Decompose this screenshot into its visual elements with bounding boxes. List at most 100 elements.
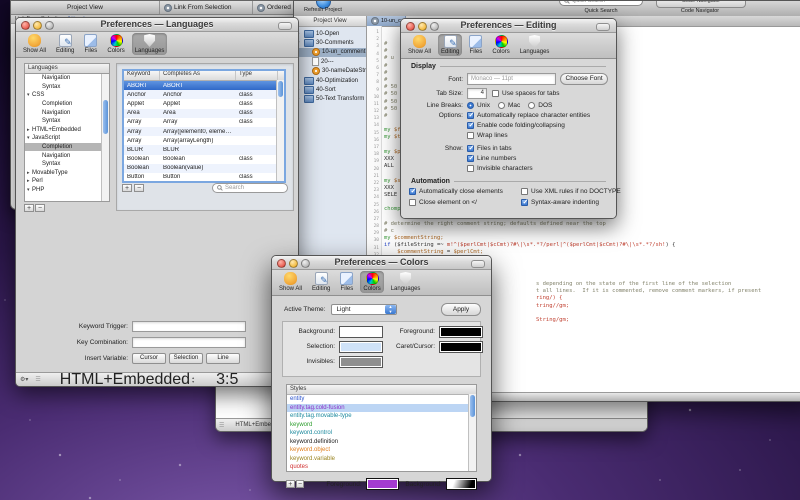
toolbar-item-editing[interactable]: Editing [438,34,462,56]
style-row[interactable]: entity.tag.movable-type [287,412,476,421]
completion-row[interactable]: AnchorAnchorclass [124,90,284,99]
toolbar-item-colors[interactable]: Colors [360,271,383,293]
toolbar-toggle-button[interactable] [596,23,610,31]
toolbar-toggle-button[interactable] [278,22,292,30]
minimize-button[interactable] [33,21,42,30]
tree-item[interactable]: ▾30-Comments [294,38,366,47]
automation-checkbox[interactable]: Close element on </ [409,199,521,206]
color-well[interactable] [439,341,483,353]
remove-language-button[interactable]: − [35,204,45,212]
tree-item[interactable]: 10-un_comment [294,48,366,57]
toolbar-item-show-all[interactable]: Show All [405,34,434,56]
zoom-button[interactable] [301,259,310,268]
language-list-item[interactable]: Syntax [25,117,109,126]
completion-row[interactable]: ArrayArrayclass [124,118,284,127]
key-combination-field[interactable] [132,337,246,348]
add-style-button[interactable]: + [286,480,295,488]
completion-row[interactable]: BooleanBooleanclass [124,155,284,164]
toolbar-item-editing[interactable]: Editing [53,33,77,55]
style-background-swatch[interactable] [446,478,477,490]
quick-search-input[interactable]: Quick Search [559,1,643,6]
style-foreground-swatch[interactable] [366,478,400,490]
scrollbar[interactable] [468,394,476,471]
completion-row[interactable]: BooleanBoolean(value) [124,164,284,173]
scrollbar[interactable] [276,80,284,181]
insert-selection-button[interactable]: Selection [169,353,203,364]
code-navigator-button[interactable]: Code Navigator [656,1,746,8]
insert-line-button[interactable]: Line [206,353,240,364]
tree-item[interactable]: ▸10-Open [294,29,366,38]
insert-cursor-button[interactable]: Cursor [132,353,166,364]
style-row[interactable]: quotes [287,463,476,472]
title-bar[interactable]: Preferences — Colors [272,256,491,270]
completion-row[interactable]: BLURBLUR [124,145,284,154]
resize-grip[interactable]: ☰ [216,422,227,429]
column-header[interactable]: Type [236,71,278,80]
line-break-radio-dos[interactable]: DOS [528,102,552,109]
choose-font-button[interactable]: Choose Font [560,73,608,85]
language-list-item[interactable]: ▸HTML+Embedded [25,126,109,135]
minimize-button[interactable] [289,259,298,268]
language-list-item[interactable]: ▸MovableType [25,169,109,178]
tab-project-view[interactable]: Project View [11,1,160,14]
automation-checkbox[interactable]: Use XML rules if no DOCTYPE [521,188,621,195]
styles-header[interactable]: Styles [287,385,476,395]
language-popup[interactable]: HTML+Embedded [60,371,190,389]
gear-menu-button[interactable]: ⚙▾ [16,376,32,383]
automation-checkbox[interactable]: Syntax-aware indenting [521,199,621,206]
close-button[interactable] [277,259,286,268]
completion-row[interactable]: ArrayArray([element0, eleme… [124,127,284,136]
toolbar-item-files[interactable]: Files [81,33,100,55]
language-list-item[interactable]: Syntax [25,83,109,92]
toolbar-item-languages[interactable]: Languages [388,271,424,293]
completion-row[interactable]: ButtonButtonclass [124,173,284,182]
apply-button[interactable]: Apply [441,303,481,316]
toolbar-item-languages[interactable]: Languages [132,33,168,55]
toolbar-item-files[interactable]: Files [337,271,356,293]
toolbar-item-colors[interactable]: Colors [489,34,512,56]
option-checkbox[interactable]: Wrap lines [467,132,590,139]
style-row[interactable]: keyword.object [287,446,476,455]
toolbar-item-show-all[interactable]: Show All [20,33,49,55]
column-header[interactable]: Keyword [124,71,160,80]
toolbar-item-show-all[interactable]: Show All [276,271,305,293]
show-checkbox[interactable]: Line numbers [467,155,533,162]
title-bar[interactable]: Preferences — Editing [401,19,616,33]
language-list-item[interactable]: Completion [25,143,109,152]
language-list-item[interactable]: ▾CSS [25,91,109,100]
tree-item[interactable]: ▸40-Sort [294,85,366,94]
tree-item[interactable]: 20--- [294,57,366,66]
toolbar-item-editing[interactable]: Editing [309,271,333,293]
show-checkbox[interactable]: Invisible characters [467,165,533,172]
toolbar-item-files[interactable]: Files [466,34,485,56]
color-well[interactable] [339,326,383,338]
style-row[interactable]: entity.tag.cold-fusion [287,404,476,413]
tree-item[interactable]: ▸40-Optimization [294,76,366,85]
minimize-button[interactable] [418,22,427,31]
completion-row[interactable]: ArrayArray(arrayLength) [124,136,284,145]
zoom-button[interactable] [430,22,439,31]
language-list-item[interactable]: ▾PHP [25,186,109,195]
language-list-item[interactable]: Completion [25,100,109,109]
column-header[interactable]: Completes As [160,71,236,80]
completion-row[interactable]: ABORTABORT [124,81,284,90]
language-list-item[interactable]: Navigation [25,151,109,160]
use-spaces-checkbox[interactable] [492,90,499,97]
show-checkbox[interactable]: Files in tabs [467,145,533,152]
language-list-item[interactable]: ▾JavaScript [25,134,109,143]
line-break-radio-unix[interactable]: Unix [467,102,490,109]
table-header[interactable]: KeywordCompletes AsType [124,71,284,81]
color-well[interactable] [339,341,383,353]
completion-row[interactable]: AreaAreaclass [124,109,284,118]
tab-size-field[interactable]: 4 [467,88,487,99]
automation-checkbox[interactable]: Automatically close elements [409,188,521,195]
close-button[interactable] [406,22,415,31]
title-bar[interactable]: Preferences — Languages [16,18,298,32]
toolbar-item-languages[interactable]: Languages [517,34,553,56]
remove-style-button[interactable]: − [296,480,305,488]
remove-completion-button[interactable]: − [134,184,144,192]
option-checkbox[interactable]: Enable code folding/collapsing [467,122,590,129]
scrollbar[interactable] [101,74,109,201]
style-row[interactable]: keyword [287,421,476,430]
color-well[interactable] [439,326,483,338]
